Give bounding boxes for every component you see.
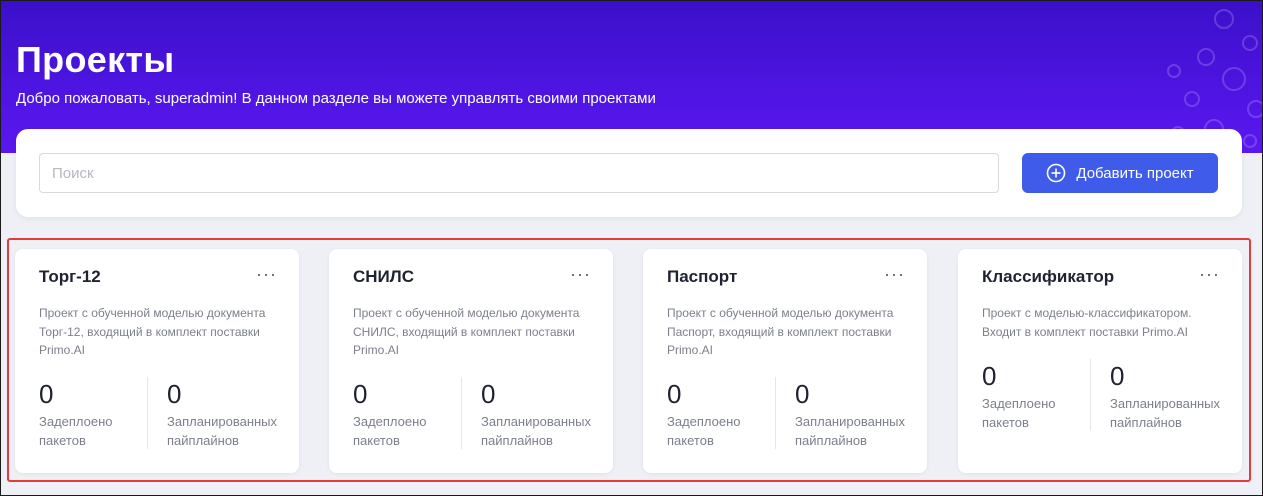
project-title: Классификатор: [982, 267, 1115, 286]
deployed-count: 0: [982, 361, 997, 391]
more-options-icon[interactable]: ···: [570, 265, 591, 283]
planned-stat: 0 Запланированных пайплайнов: [1110, 361, 1230, 432]
deployed-label: Задеплоено пакетов: [39, 414, 113, 448]
more-options-icon[interactable]: ···: [884, 265, 905, 283]
deployed-stat: 0 Задеплоено пакетов: [353, 379, 473, 450]
planned-stat: 0 Запланированных пайплайнов: [795, 379, 915, 450]
page-subtitle: Добро пожаловать, superadmin! В данном р…: [16, 90, 656, 107]
deployed-label: Задеплоено пакетов: [353, 414, 427, 448]
stat-divider: [147, 377, 148, 449]
deployed-count: 0: [667, 379, 682, 409]
project-title: Торг-12: [39, 267, 101, 286]
planned-count: 0: [795, 379, 810, 409]
project-card[interactable]: Классификатор ··· Проект с моделью-класс…: [958, 249, 1242, 473]
project-card[interactable]: Паспорт ··· Проект с обученной моделью д…: [643, 249, 927, 473]
app-window: Проекты Добро пожаловать, superadmin! В …: [0, 0, 1263, 496]
add-project-button[interactable]: Добавить проект: [1022, 153, 1218, 193]
planned-label: Запланированных пайплайнов: [167, 414, 278, 448]
stat-divider: [461, 377, 462, 449]
deployed-count: 0: [39, 379, 54, 409]
project-description: Проект с моделью-классификатором. Входит…: [982, 306, 1192, 339]
planned-stat: 0 Запланированных пайплайнов: [481, 379, 601, 450]
deployed-label: Задеплоено пакетов: [667, 414, 741, 448]
project-card[interactable]: СНИЛС ··· Проект с обученной моделью док…: [329, 249, 613, 473]
project-description: Проект с обученной моделью документа СНИ…: [353, 306, 580, 357]
stat-divider: [775, 377, 776, 449]
planned-label: Запланированных пайплайнов: [1110, 396, 1221, 430]
project-description: Проект с обученной моделью документа Тор…: [39, 306, 266, 357]
deployed-count: 0: [353, 379, 368, 409]
deployed-label: Задеплоено пакетов: [982, 396, 1056, 430]
search-input[interactable]: [39, 153, 999, 193]
add-project-label: Добавить проект: [1076, 164, 1194, 182]
planned-count: 0: [481, 379, 496, 409]
planned-stat: 0 Запланированных пайплайнов: [167, 379, 287, 450]
deployed-stat: 0 Задеплоено пакетов: [39, 379, 159, 450]
planned-count: 0: [167, 379, 182, 409]
planned-label: Запланированных пайплайнов: [795, 414, 906, 448]
project-title: Паспорт: [667, 267, 738, 286]
deployed-stat: 0 Задеплоено пакетов: [982, 361, 1102, 432]
project-card[interactable]: Торг-12 ··· Проект с обученной моделью д…: [15, 249, 299, 473]
page-title: Проекты: [16, 39, 175, 80]
toolbar-panel: Добавить проект: [16, 129, 1242, 217]
deployed-stat: 0 Задеплоено пакетов: [667, 379, 787, 450]
planned-label: Запланированных пайплайнов: [481, 414, 592, 448]
project-title: СНИЛС: [353, 267, 414, 286]
project-description: Проект с обученной моделью документа Пас…: [667, 306, 894, 357]
plus-circle-icon: [1047, 163, 1066, 183]
stat-divider: [1090, 359, 1091, 431]
planned-count: 0: [1110, 361, 1125, 391]
more-options-icon[interactable]: ···: [256, 265, 277, 283]
more-options-icon[interactable]: ···: [1199, 265, 1220, 283]
